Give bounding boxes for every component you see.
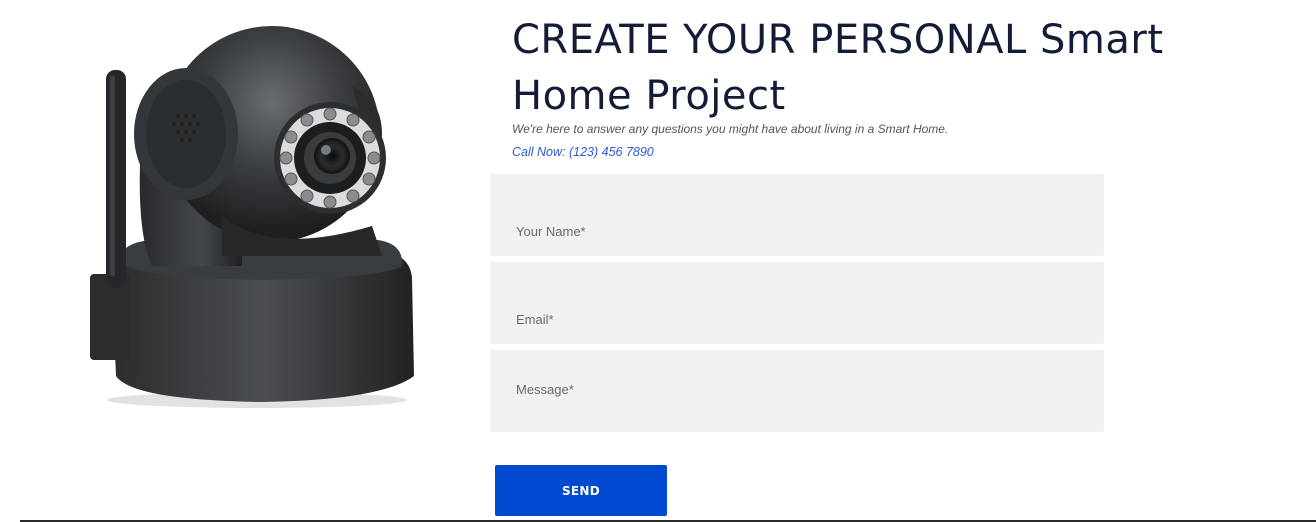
email-field-container: [490, 262, 1104, 344]
subtitle-text: We're here to answer any questions you m…: [512, 122, 949, 136]
security-camera-image: [90, 26, 414, 408]
email-input[interactable]: [490, 262, 1104, 344]
contact-section: CREATE YOUR PERSONAL Smart Home Project …: [0, 0, 1316, 522]
message-input[interactable]: [490, 350, 1104, 432]
page-title: CREATE YOUR PERSONAL Smart Home Project: [512, 17, 1164, 119]
name-input[interactable]: [490, 174, 1104, 256]
message-field-container: [490, 350, 1104, 432]
call-now-link[interactable]: Call Now: (123) 456 7890: [512, 145, 654, 159]
send-button[interactable]: SEND: [495, 465, 667, 516]
name-field-container: [490, 174, 1104, 256]
